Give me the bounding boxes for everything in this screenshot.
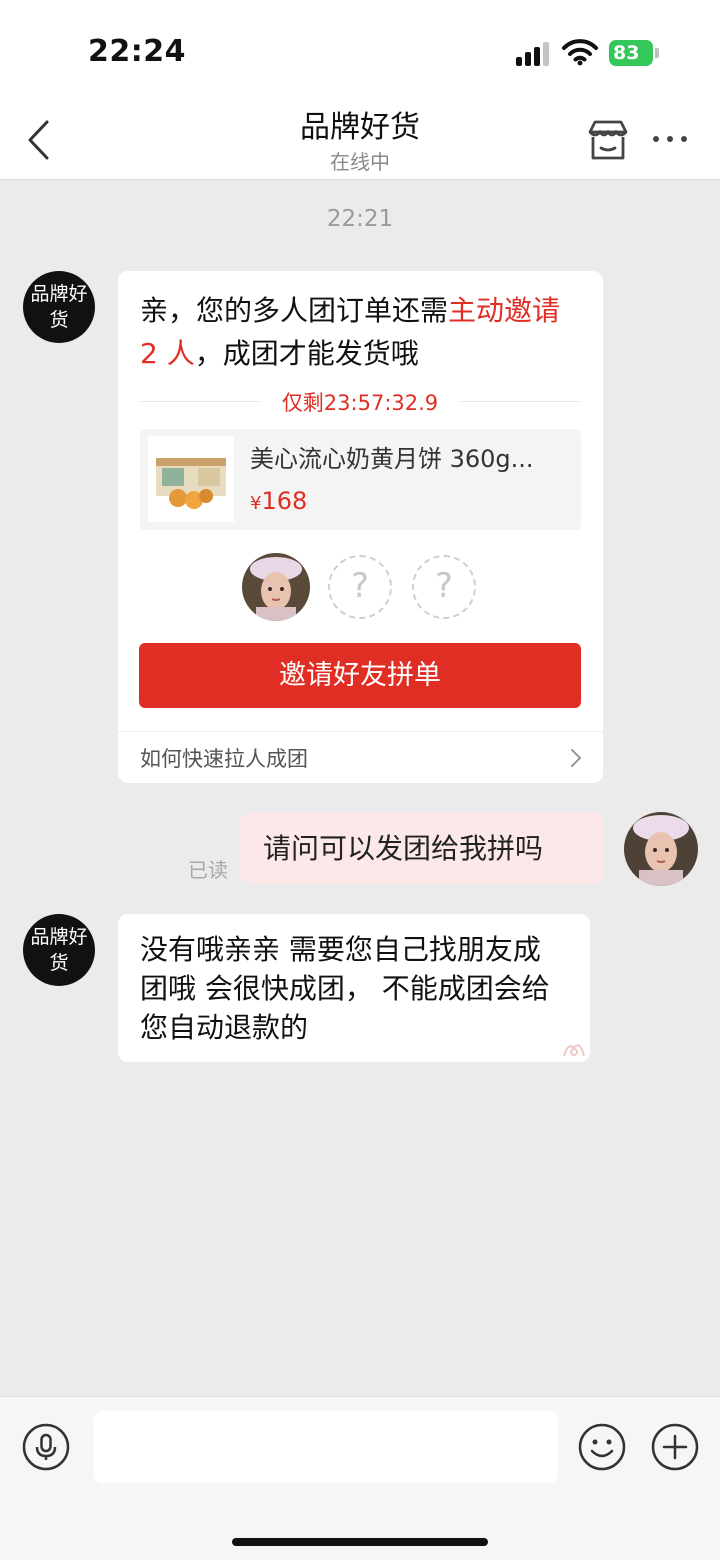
status-time: 22:24 (88, 34, 186, 69)
bubble-watermark-icon (563, 1044, 585, 1057)
member-avatar (242, 553, 310, 621)
input-bar (0, 1396, 720, 1560)
store-icon[interactable] (586, 118, 630, 162)
chat-timestamp: 22:21 (326, 206, 394, 232)
currency-symbol: ¥ (250, 493, 262, 514)
shop-reply-bubble[interactable]: 没有哦亲亲 需要您自己找朋友成团哦 会很快成团， 不能成团会给您自动退款的 (118, 914, 590, 1062)
group-buy-card: 亲，您的多人团订单还需主动邀请 2 人，成团才能发货哦 仅剩23:57:32.9… (118, 271, 603, 783)
read-status: 已读 (188, 858, 228, 882)
message-suffix: ，成团才能发货哦 (194, 337, 419, 370)
countdown-timer: 仅剩23:57:32.9 (281, 391, 439, 415)
card-divider (118, 731, 603, 732)
shop-avatar[interactable]: 品牌好货 (23, 914, 95, 986)
my-message-bubble[interactable]: 请问可以发团给我拼吗 (240, 813, 603, 884)
voice-input-icon[interactable] (22, 1423, 70, 1471)
more-options-icon[interactable] (650, 124, 690, 154)
chevron-right-icon[interactable] (569, 747, 583, 769)
reply-text: 没有哦亲亲 需要您自己找朋友成团哦 会很快成团， 不能成团会给您自动退款的 (140, 933, 550, 1044)
product-name: 美心流心奶黄月饼 360g... (250, 445, 534, 473)
emoji-icon[interactable] (578, 1423, 626, 1471)
plus-icon[interactable] (651, 1423, 699, 1471)
product-image (148, 436, 234, 522)
battery-tip (655, 48, 659, 58)
empty-member-slot: ? (412, 555, 476, 619)
battery-indicator: 83 (609, 40, 653, 66)
battery-level: 83 (613, 42, 640, 64)
status-bar: 22:24 83 (0, 0, 720, 100)
invite-friends-button[interactable]: 邀请好友拼单 (139, 643, 581, 708)
cellular-signal-icon (516, 42, 552, 66)
shop-avatar[interactable]: 品牌好货 (23, 271, 95, 343)
home-indicator (232, 1538, 488, 1546)
message-input[interactable] (94, 1411, 558, 1483)
help-link[interactable]: 如何快速拉人成团 (140, 743, 308, 773)
countdown-row: 仅剩23:57:32.9 (140, 387, 580, 415)
user-avatar[interactable] (624, 812, 698, 886)
price-value: 168 (261, 487, 308, 515)
message-prefix: 亲，您的多人团订单还需 (140, 294, 449, 327)
chat-header: 品牌好货 在线中 (0, 100, 720, 180)
empty-member-slot: ? (328, 555, 392, 619)
wifi-icon (562, 39, 598, 66)
product-price: ¥168 (250, 487, 307, 515)
group-buy-message: 亲，您的多人团订单还需主动邀请 2 人，成团才能发货哦 (140, 289, 580, 375)
product-card[interactable]: 美心流心奶黄月饼 360g... ¥168 (140, 429, 581, 530)
